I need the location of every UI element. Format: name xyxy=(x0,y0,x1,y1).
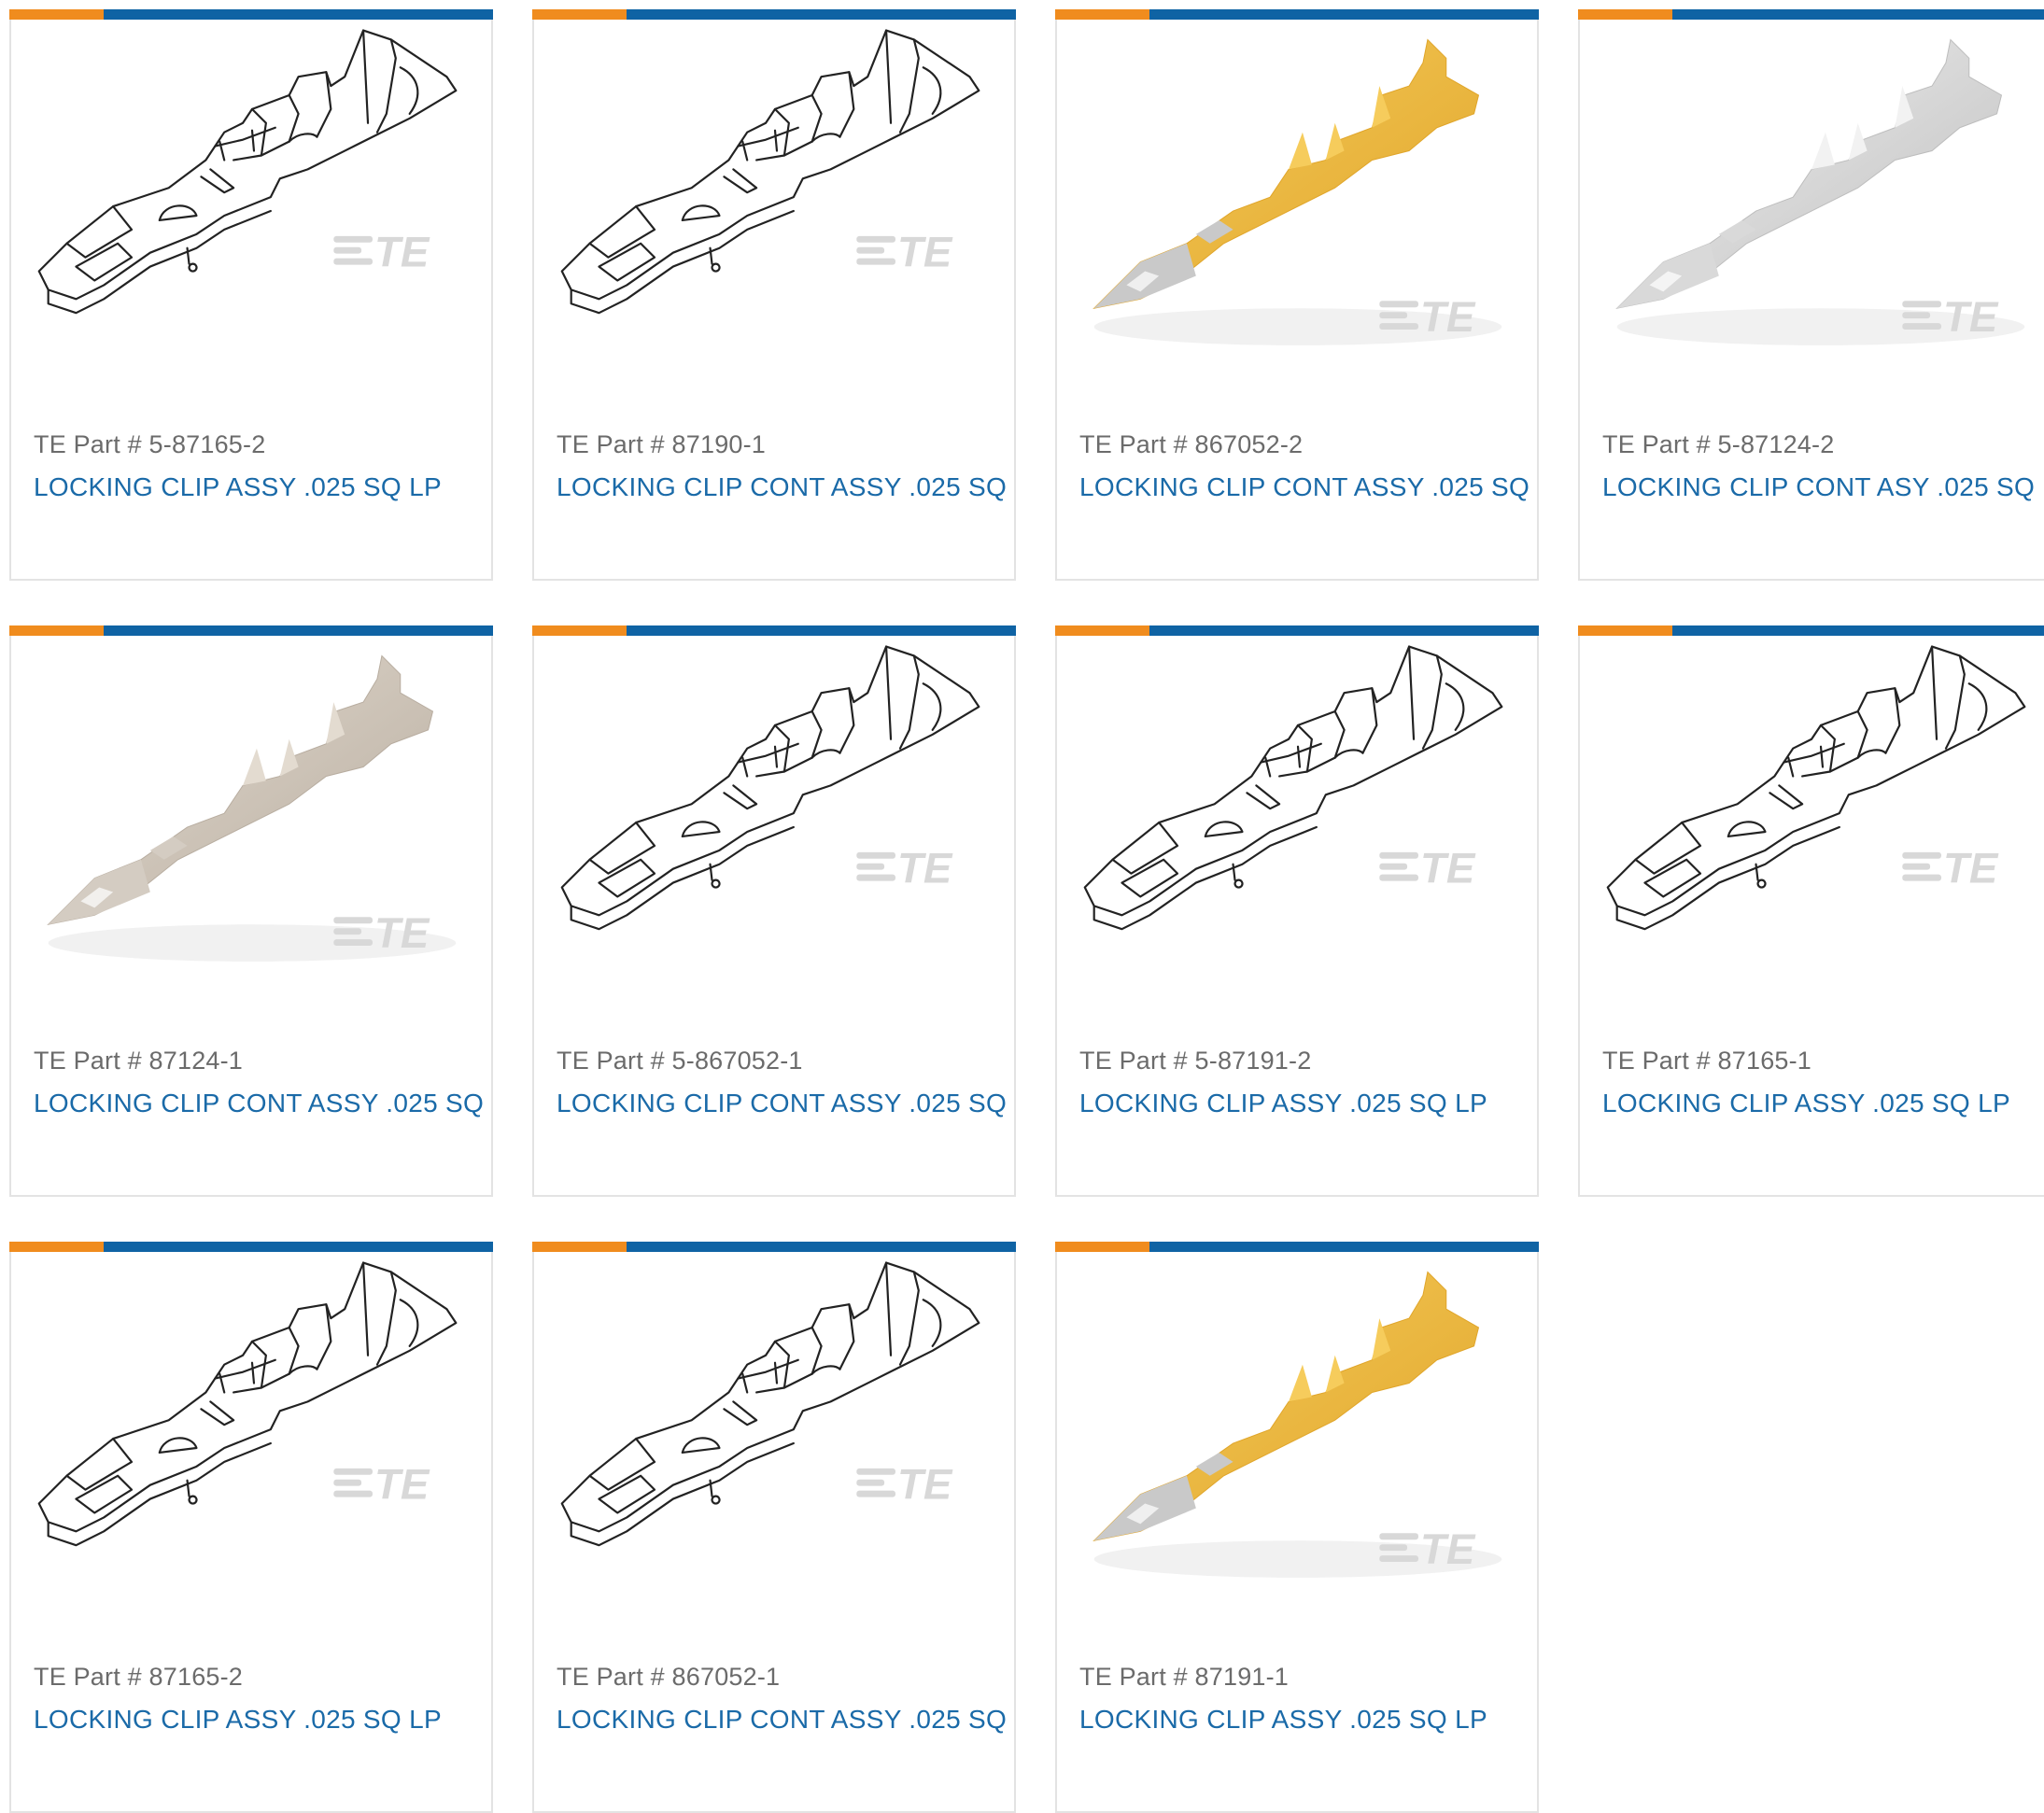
product-image[interactable]: TE xyxy=(534,1252,1014,1644)
svg-text:TE: TE xyxy=(897,229,953,276)
accent-orange xyxy=(9,625,104,636)
svg-text:TE: TE xyxy=(374,909,430,957)
contact-render: TE xyxy=(1092,38,1502,345)
part-number: TE Part # 87124-1 xyxy=(34,1047,244,1075)
contact-render: TE xyxy=(1615,38,2025,345)
part-number: TE Part # 87191-1 xyxy=(1079,1663,1290,1691)
card-accent-bar xyxy=(532,9,1016,20)
part-number: TE Part # 5-87165-2 xyxy=(34,430,266,458)
card-accent-bar xyxy=(9,625,493,636)
accent-orange xyxy=(532,1242,627,1252)
part-number: TE Part # 87190-1 xyxy=(557,430,767,458)
svg-text:TE: TE xyxy=(1943,293,1999,341)
svg-text:TE: TE xyxy=(897,1461,953,1509)
card-accent-bar xyxy=(9,1242,493,1252)
accent-blue xyxy=(104,625,493,636)
product-image[interactable]: TE xyxy=(11,636,491,1028)
contact-drawing: TE xyxy=(1606,645,2026,931)
product-image[interactable]: TE xyxy=(1580,20,2044,412)
accent-blue xyxy=(1149,625,1539,636)
contact-drawing: TE xyxy=(560,645,980,931)
part-number: TE Part # 87165-2 xyxy=(34,1663,244,1691)
accent-orange xyxy=(9,9,104,20)
accent-orange xyxy=(1578,9,1672,20)
product-description-link[interactable]: LOCKING CLIP CONT ASSY .025 SQ xyxy=(34,1089,484,1118)
part-number: TE Part # 5-87124-2 xyxy=(1602,430,1835,458)
product-description-link[interactable]: LOCKING CLIP CONT ASSY .025 SQ xyxy=(557,1705,1007,1735)
contact-drawing: TE xyxy=(560,29,980,315)
svg-text:TE: TE xyxy=(1420,293,1476,341)
accent-orange xyxy=(1055,625,1149,636)
product-card[interactable]: TE TE Part # 87165-1 LOCKING CLIP ASSY .… xyxy=(1578,625,2044,1197)
product-description-link[interactable]: LOCKING CLIP ASSY .025 SQ LP xyxy=(34,1705,442,1735)
product-card[interactable]: TE TE Part # 87165-2 LOCKING CLIP ASSY .… xyxy=(9,1242,493,1813)
accent-orange xyxy=(1055,9,1149,20)
contact-drawing: TE xyxy=(560,1261,980,1547)
product-card[interactable]: TE TE Part # 5-87124-2 LOCKING CLIP CONT… xyxy=(1578,9,2044,581)
accent-blue xyxy=(1149,9,1539,20)
accent-blue xyxy=(627,9,1016,20)
card-accent-bar xyxy=(1055,1242,1539,1252)
product-card[interactable]: TE TE Part # 87190-1 LOCKING CLIP CONT A… xyxy=(532,9,1016,581)
contact-render: TE xyxy=(47,654,457,962)
accent-orange xyxy=(1578,625,1672,636)
accent-blue xyxy=(104,1242,493,1252)
product-image[interactable]: TE xyxy=(1057,636,1537,1028)
contact-drawing: TE xyxy=(37,1261,458,1547)
part-number: TE Part # 867052-1 xyxy=(557,1663,781,1691)
part-number: TE Part # 867052-2 xyxy=(1079,430,1304,458)
contact-drawing: TE xyxy=(1083,645,1503,931)
card-accent-bar xyxy=(532,1242,1016,1252)
accent-blue xyxy=(627,625,1016,636)
accent-blue xyxy=(104,9,493,20)
accent-blue xyxy=(627,1242,1016,1252)
card-accent-bar xyxy=(1578,9,2044,20)
card-accent-bar xyxy=(1578,625,2044,636)
svg-text:TE: TE xyxy=(1420,1525,1476,1573)
product-card[interactable]: TE TE Part # 867052-2 LOCKING CLIP CONT … xyxy=(1055,9,1539,581)
product-card[interactable]: TE TE Part # 5-87191-2 LOCKING CLIP ASSY… xyxy=(1055,625,1539,1197)
card-accent-bar xyxy=(9,9,493,20)
part-number: TE Part # 5-867052-1 xyxy=(557,1047,803,1075)
product-description-link[interactable]: LOCKING CLIP ASSY .025 SQ LP xyxy=(1079,1705,1487,1735)
product-image[interactable]: TE xyxy=(534,636,1014,1028)
accent-orange xyxy=(532,625,627,636)
product-card[interactable]: TE TE Part # 5-87165-2 LOCKING CLIP ASSY… xyxy=(9,9,493,581)
accent-blue xyxy=(1672,9,2044,20)
product-card[interactable]: TE TE Part # 87191-1 LOCKING CLIP ASSY .… xyxy=(1055,1242,1539,1813)
contact-render: TE xyxy=(1092,1271,1502,1578)
accent-blue xyxy=(1672,625,2044,636)
part-number: TE Part # 5-87191-2 xyxy=(1079,1047,1312,1075)
product-description-link[interactable]: LOCKING CLIP ASSY .025 SQ LP xyxy=(1079,1089,1487,1118)
product-image[interactable]: TE xyxy=(1580,636,2044,1028)
accent-orange xyxy=(532,9,627,20)
product-description-link[interactable]: LOCKING CLIP ASSY .025 SQ LP xyxy=(1602,1089,2010,1118)
product-card[interactable]: TE TE Part # 5-867052-1 LOCKING CLIP CON… xyxy=(532,625,1016,1197)
card-accent-bar xyxy=(1055,625,1539,636)
svg-text:TE: TE xyxy=(897,845,953,892)
svg-text:TE: TE xyxy=(374,1461,430,1509)
accent-blue xyxy=(1149,1242,1539,1252)
product-image[interactable]: TE xyxy=(1057,1252,1537,1644)
part-number: TE Part # 87165-1 xyxy=(1602,1047,1812,1075)
product-description-link[interactable]: LOCKING CLIP CONT ASSY .025 SQ xyxy=(557,1089,1007,1118)
product-description-link[interactable]: LOCKING CLIP CONT ASSY .025 SQ xyxy=(557,472,1007,502)
card-accent-bar xyxy=(1055,9,1539,20)
svg-text:TE: TE xyxy=(1943,845,1999,892)
product-description-link[interactable]: LOCKING CLIP CONT ASSY .025 SQ xyxy=(1079,472,1529,502)
product-description-link[interactable]: LOCKING CLIP CONT ASY .025 SQ xyxy=(1602,472,2035,502)
product-image[interactable]: TE xyxy=(11,1252,491,1644)
product-description-link[interactable]: LOCKING CLIP ASSY .025 SQ LP xyxy=(34,472,442,502)
card-accent-bar xyxy=(532,625,1016,636)
accent-orange xyxy=(1055,1242,1149,1252)
product-image[interactable]: TE xyxy=(1057,20,1537,412)
product-card[interactable]: TE TE Part # 87124-1 LOCKING CLIP CONT A… xyxy=(9,625,493,1197)
contact-drawing: TE xyxy=(37,29,458,315)
product-image[interactable]: TE xyxy=(11,20,491,412)
product-image[interactable]: TE xyxy=(534,20,1014,412)
product-card[interactable]: TE TE Part # 867052-1 LOCKING CLIP CONT … xyxy=(532,1242,1016,1813)
svg-text:TE: TE xyxy=(1420,845,1476,892)
svg-text:TE: TE xyxy=(374,229,430,276)
accent-orange xyxy=(9,1242,104,1252)
